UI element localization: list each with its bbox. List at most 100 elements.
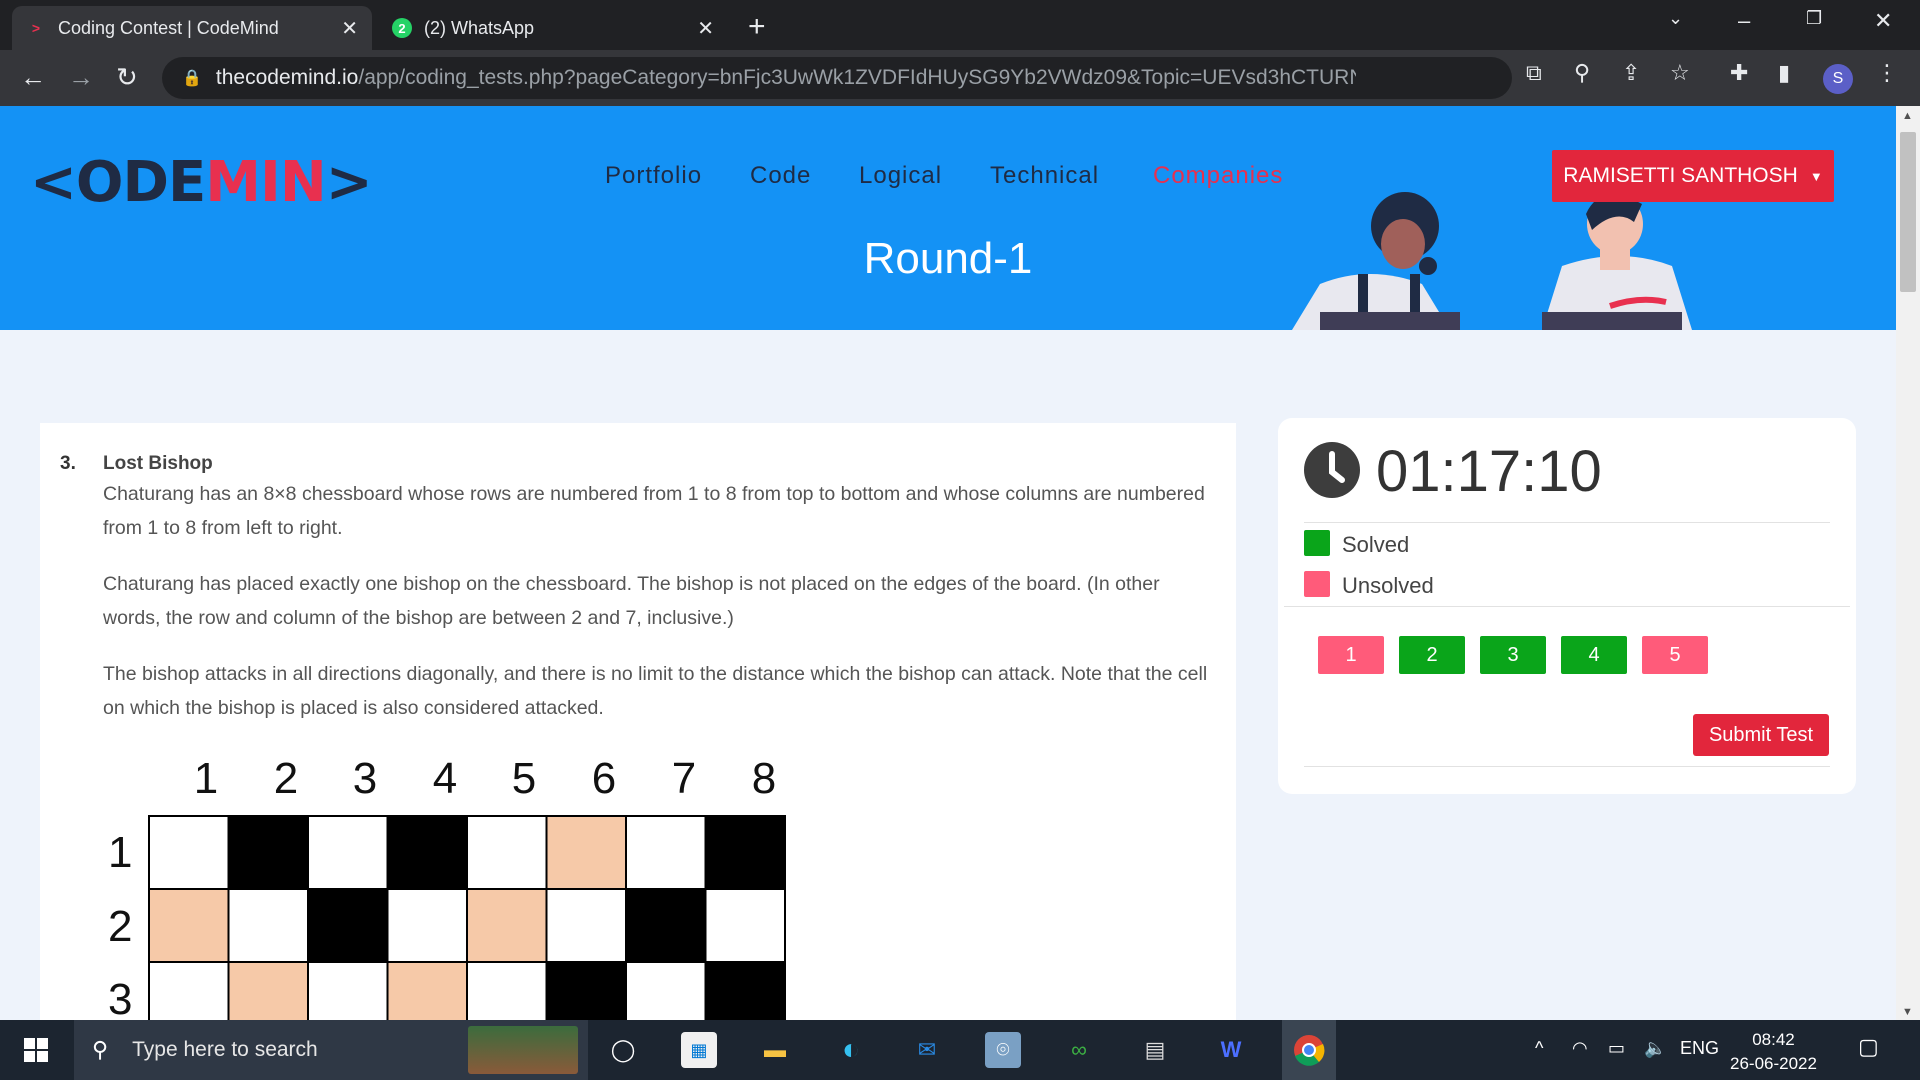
nav-technical[interactable]: Technical	[990, 162, 1099, 190]
back-arrow-icon[interactable]: ←	[20, 62, 46, 93]
address-bar[interactable]: 🔒 thecodemind.io/app/coding_tests.php?pa…	[162, 57, 1512, 99]
tab-title: (2) WhatsApp	[424, 17, 535, 38]
tab-whatsapp[interactable]: 2 (2) WhatsApp ✕	[378, 6, 728, 50]
app-icon[interactable]: ⌾	[985, 1032, 1021, 1068]
open-in-app-icon[interactable]: ⧉	[1526, 60, 1542, 86]
nav-logical[interactable]: Logical	[859, 162, 942, 190]
board-cell	[227, 888, 309, 963]
question-2-button[interactable]: 2	[1399, 636, 1465, 674]
caret-down-icon: ▼	[1809, 168, 1823, 184]
board-cell	[227, 815, 309, 890]
board-column-label: 8	[751, 754, 777, 803]
chessboard	[148, 815, 786, 1020]
board-column-label: 6	[591, 754, 617, 803]
show-hidden-icons-icon[interactable]: ^	[1535, 1038, 1543, 1059]
page-scrollbar[interactable]: ▲ ▼	[1896, 106, 1920, 1020]
question-3-button[interactable]: 3	[1480, 636, 1546, 674]
board-cell	[148, 815, 230, 890]
scroll-up-arrow-icon[interactable]: ▲	[1902, 110, 1913, 122]
restore-button[interactable]: ❐	[1806, 8, 1822, 29]
board-cell	[545, 961, 627, 1020]
submit-test-button[interactable]: Submit Test	[1693, 714, 1829, 756]
board-cell	[386, 961, 468, 1020]
battery-icon[interactable]: ▭	[1608, 1038, 1625, 1059]
board-column-label: 1	[193, 754, 219, 803]
share-icon[interactable]: ⇪	[1622, 60, 1640, 86]
lock-icon: 🔒	[182, 70, 202, 87]
windows-start-icon[interactable]	[18, 1032, 54, 1068]
question-4-button[interactable]: 4	[1561, 636, 1627, 674]
microsoft-store-icon[interactable]: ▦	[681, 1032, 717, 1068]
whatsapp-favicon-icon: 2	[392, 18, 412, 38]
tab-search-icon[interactable]: ⌄	[1668, 8, 1683, 29]
close-tab-icon[interactable]: ✕	[341, 16, 358, 41]
language-indicator[interactable]: ENG	[1680, 1038, 1719, 1059]
webex-icon[interactable]: W	[1213, 1032, 1249, 1068]
close-tab-icon[interactable]: ✕	[697, 16, 714, 41]
board-cell	[625, 888, 707, 963]
taskbar-search-box[interactable]: ⚲ Type here to search	[74, 1020, 588, 1080]
volume-icon[interactable]: 🔈	[1644, 1038, 1666, 1059]
scroll-down-arrow-icon[interactable]: ▼	[1902, 1006, 1913, 1018]
nav-companies[interactable]: Companies	[1153, 162, 1283, 190]
chrome-icon[interactable]	[1282, 1020, 1336, 1080]
status-card: 01:17:10 Solved Unsolved 1 2 3 4 5 Submi…	[1278, 418, 1856, 794]
nav-code[interactable]: Code	[750, 162, 811, 190]
nav-portfolio[interactable]: Portfolio	[605, 162, 702, 190]
clock-icon	[1304, 442, 1360, 498]
task-view-icon[interactable]: ◯	[605, 1032, 641, 1068]
board-cell	[704, 815, 786, 890]
question-1-button[interactable]: 1	[1318, 636, 1384, 674]
question-5-button[interactable]: 5	[1642, 636, 1708, 674]
tab-coding-contest[interactable]: > Coding Contest | CodeMind ✕	[12, 6, 372, 50]
board-cell	[148, 888, 230, 963]
solved-legend-label: Solved	[1342, 532, 1410, 557]
solved-legend-swatch	[1304, 530, 1330, 556]
board-column-label: 3	[352, 754, 378, 803]
minimize-button[interactable]: –	[1738, 8, 1750, 34]
question-paragraph: The bishop attacks in all directions dia…	[103, 663, 1208, 719]
taskbar-clock[interactable]: 08:42 26-06-2022	[1730, 1028, 1817, 1076]
board-column-label: 7	[671, 754, 697, 803]
bookmark-star-icon[interactable]: ☆	[1670, 60, 1690, 86]
board-cell	[307, 961, 389, 1020]
zoom-icon[interactable]: ⚲	[1574, 60, 1590, 86]
scrollbar-thumb[interactable]	[1900, 132, 1916, 292]
extensions-puzzle-icon[interactable]: ✚	[1730, 60, 1748, 86]
profile-avatar[interactable]: S	[1823, 64, 1853, 94]
url-text: thecodemind.io/app/coding_tests.php?page…	[215, 66, 1356, 89]
python-file-icon[interactable]: ▤	[1137, 1032, 1173, 1068]
user-menu-button[interactable]: RAMISETTI SANTHOSH ▼	[1552, 150, 1834, 202]
file-explorer-icon[interactable]: ▬	[757, 1032, 793, 1068]
board-row-label: 1	[108, 828, 133, 877]
page-title: Round-1	[863, 234, 1033, 283]
reload-icon[interactable]: ↻	[116, 62, 138, 93]
board-cell	[625, 961, 707, 1020]
mail-icon[interactable]: ✉	[909, 1032, 945, 1068]
question-number: 3.	[60, 453, 76, 474]
board-cell	[466, 888, 548, 963]
edge-browser-icon[interactable]: ◐	[833, 1032, 869, 1068]
question-paragraph: Chaturang has an 8×8 chessboard whose ro…	[103, 483, 1205, 539]
geeksforgeeks-icon[interactable]: ∞	[1061, 1032, 1097, 1068]
board-cell	[466, 961, 548, 1020]
search-icon: ⚲	[92, 1037, 109, 1062]
forward-arrow-icon[interactable]: →	[68, 62, 94, 93]
board-column-label: 2	[273, 754, 299, 803]
new-tab-button[interactable]: +	[748, 10, 766, 44]
board-cell	[704, 961, 786, 1020]
wifi-icon[interactable]: ◠	[1572, 1038, 1588, 1059]
question-title: Lost Bishop	[103, 453, 213, 474]
board-cell	[386, 815, 468, 890]
board-cell	[545, 888, 627, 963]
codemind-logo[interactable]: <ODEMIN>	[30, 150, 373, 215]
board-cell	[307, 815, 389, 890]
close-window-button[interactable]: ✕	[1874, 8, 1892, 34]
question-paragraph: Chaturang has placed exactly one bishop …	[103, 573, 1160, 629]
board-cell	[625, 815, 707, 890]
side-panel-icon[interactable]: ▮	[1778, 60, 1790, 86]
browser-toolbar: ← → ↻ 🔒 thecodemind.io/app/coding_tests.…	[0, 50, 1920, 106]
board-row-label: 3	[108, 975, 133, 1024]
notifications-icon[interactable]: ▢	[1858, 1034, 1879, 1060]
menu-kebab-icon[interactable]: ⋮	[1876, 60, 1898, 86]
